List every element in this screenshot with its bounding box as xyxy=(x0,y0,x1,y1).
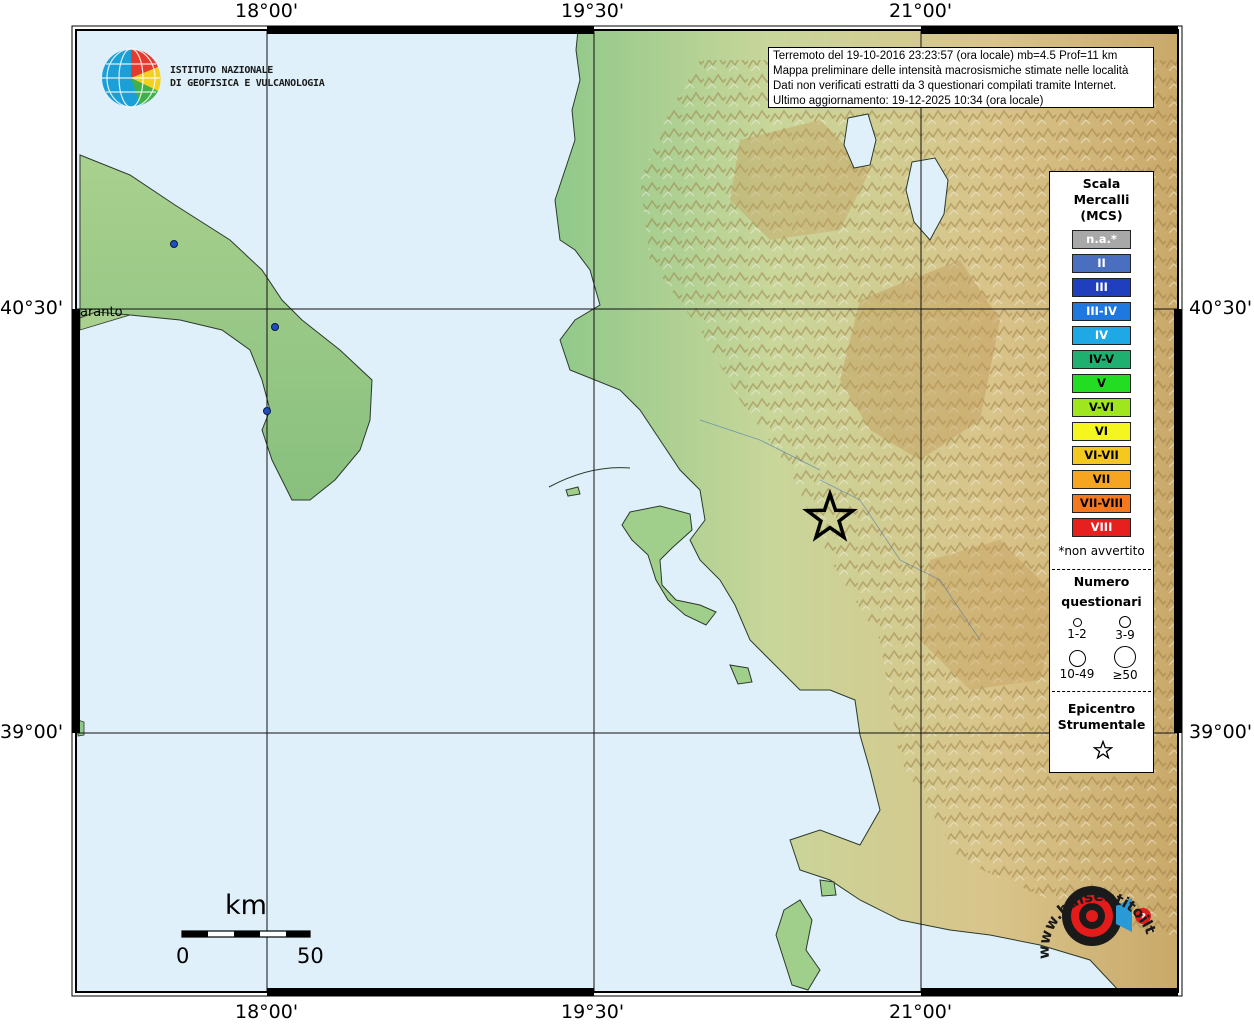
mcs-legend-item: n.a.* xyxy=(1072,230,1131,249)
mcs-legend-item: V-VI xyxy=(1072,398,1131,417)
circle-icon xyxy=(1114,646,1136,668)
circle-icon xyxy=(1072,618,1082,627)
mcs-legend-item: III xyxy=(1072,278,1131,297)
bottom-lon-label: 19°30' xyxy=(561,1001,625,1023)
mcs-legend-item: II xyxy=(1072,254,1131,273)
event-info-box: Terremoto del 19-10-2016 23:23:57 (ora l… xyxy=(768,47,1154,108)
left-lat-label: 39°00' xyxy=(0,721,64,743)
questionnaire-point[interactable] xyxy=(271,323,279,331)
city-label-taranto: aranto xyxy=(80,305,123,320)
scale-unit: km xyxy=(225,890,267,921)
islet xyxy=(819,879,837,897)
legend-title: Scala Mercalli (MCS) xyxy=(1073,176,1130,223)
mcs-legend-item: VI-VII xyxy=(1072,446,1131,465)
ingv-globe-icon xyxy=(102,48,161,108)
circle-icon xyxy=(1119,616,1131,628)
questionnaire-size-50plus: ≥50 xyxy=(1105,646,1145,682)
legend-divider xyxy=(1052,691,1151,692)
questionnaire-size-10-49: 10-49 xyxy=(1057,650,1097,681)
questionnaire-point[interactable] xyxy=(170,240,178,248)
top-lon-label: 19°30' xyxy=(561,0,625,22)
bottom-lon-label: 21°00' xyxy=(889,1001,953,1023)
questionnaire-point[interactable] xyxy=(263,407,271,415)
questionnaires-title: Numero questionari xyxy=(1061,574,1142,609)
mcs-legend-item: VII-VIII xyxy=(1072,494,1131,513)
scale-bar xyxy=(181,930,311,938)
event-info-line: Dati non verificati estratti da 3 questi… xyxy=(773,80,1117,92)
scale-start: 0 xyxy=(176,944,190,968)
mcs-legend-item: III-IV xyxy=(1072,302,1131,321)
mcs-legend-item: IV-V xyxy=(1072,350,1131,369)
epicenter-title: Epicentro Strumentale xyxy=(1057,701,1146,732)
legend-divider xyxy=(1052,569,1151,570)
bottom-lon-label: 18°00' xyxy=(235,1001,299,1023)
mcs-legend-item: VII xyxy=(1072,470,1131,489)
star-icon xyxy=(1093,740,1113,760)
top-lon-label: 18°00' xyxy=(235,0,299,22)
left-lat-label: 40°30' xyxy=(0,297,64,319)
mcs-legend-item: VI xyxy=(1072,422,1131,441)
circle-icon xyxy=(1068,650,1086,667)
ingv-name: ISTITUTO NAZIONALE DI GEOFISICA E VULCAN… xyxy=(170,65,325,89)
scale-end: 50 xyxy=(297,944,324,968)
not-felt-note: *non avvertito xyxy=(1058,544,1145,558)
mcs-legend-item: IV xyxy=(1072,326,1131,345)
event-info-line: Terremoto del 19-10-2016 23:23:57 (ora l… xyxy=(773,50,1118,62)
event-info-line: Ultimo aggiornamento: 19-12-2025 10:34 (… xyxy=(773,95,1044,107)
event-info-line: Mappa preliminare delle intensità macros… xyxy=(773,65,1129,77)
questionnaire-size-3-9: 3-9 xyxy=(1105,616,1145,642)
top-lon-label: 21°00' xyxy=(889,0,953,22)
right-lat-label: 40°30' xyxy=(1189,297,1253,319)
questionnaire-size-1-2: 1-2 xyxy=(1057,618,1097,641)
hst-logo: ? www.haisentitoilterremoto.it xyxy=(1030,850,1160,959)
mcs-legend-item: VIII xyxy=(1072,518,1131,537)
mcs-legend-item: V xyxy=(1072,374,1131,393)
mcs-legend: Scala Mercalli (MCS) n.a.* II III III-IV IV I… xyxy=(1049,171,1154,773)
right-lat-label: 39°00' xyxy=(1189,721,1253,743)
